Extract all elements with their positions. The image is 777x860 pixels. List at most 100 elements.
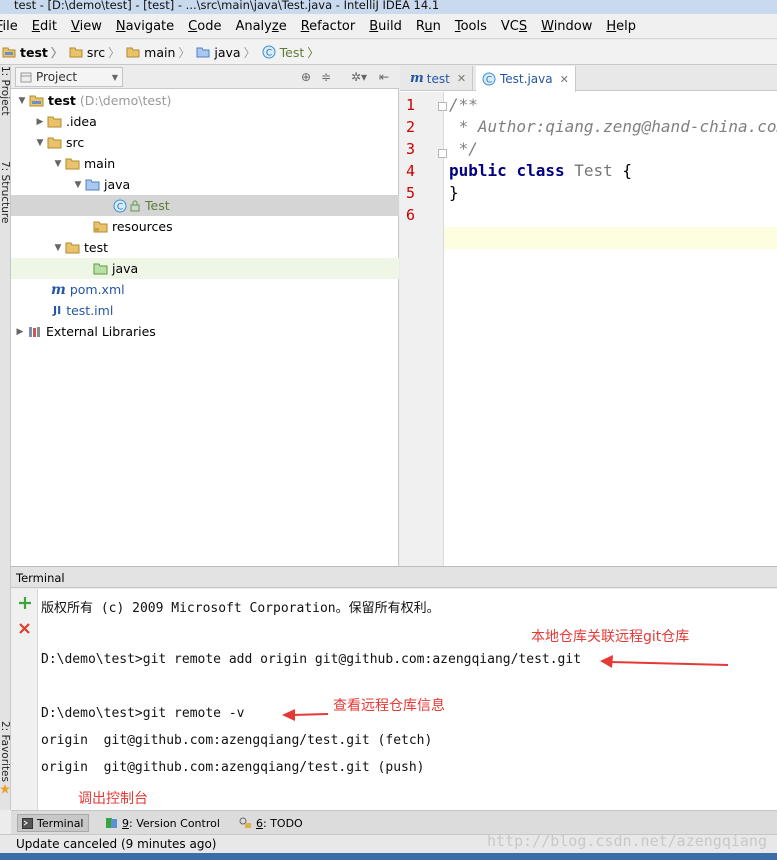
left-tool-strip: 1: Project 7: Structure 2: Favorites [0,66,11,810]
expanded-arrow-icon: ▼ [74,179,82,190]
java-class-icon: C [482,72,496,86]
close-icon[interactable]: ✕ [457,72,466,85]
project-panel-header: Project ▼ ⊕ ≑ ✲▾ ⇤ [11,66,399,89]
line-number: 1 [406,96,416,114]
expanded-arrow-icon: ▼ [54,242,62,253]
menu-bar: File Edit View Navigate Code Analyze Refactor B… [0,14,777,39]
terminal-toolbar [11,589,38,810]
folder-icon [65,158,80,170]
menu-navigate[interactable]: Navigate [116,19,174,34]
menu-run[interactable]: Run [416,19,441,34]
tree-item-pom[interactable]: m pom.xml [11,279,399,300]
code-line-2[interactable]: * Author:qiang.zeng@hand-china.com [449,117,777,136]
close-session-icon[interactable] [18,622,31,635]
tree-item-main[interactable]: ▼ main [11,153,399,174]
code-line-5[interactable]: } [449,183,459,202]
menu-refactor[interactable]: Refactor [301,19,356,34]
os-taskbar [0,853,777,860]
maven-icon: m [51,281,66,298]
version-control-tool-button[interactable]: 9: Version Control [101,814,224,832]
breadcrumb-test[interactable]: test 〉 [2,44,63,61]
tab-test[interactable]: m test ✕ [404,66,474,91]
hide-panel-icon[interactable]: ⇤ [379,70,389,84]
terminal-line: 版权所有 (c) 2009 Microsoft Corporation。保留所有… [41,601,440,616]
project-view-selector[interactable]: Project ▼ [15,67,123,87]
gear-icon[interactable]: ✲▾ [351,70,367,84]
menu-view[interactable]: View [71,19,102,34]
source-folder-icon [85,179,100,191]
tree-item-test-folder[interactable]: ▼ test [11,237,399,258]
fold-marker-icon[interactable] [438,102,447,111]
terminal-tool-button[interactable]: Terminal [17,814,89,832]
line-number: 2 [406,118,416,136]
line-number: 6 [406,206,416,224]
tree-item-java-main[interactable]: ▼ java [11,174,399,195]
tree-item-src[interactable]: ▼ src [11,132,399,153]
tree-item-idea[interactable]: ▶ .idea [11,111,399,132]
java-class-icon: C [262,45,276,59]
menu-file[interactable]: File [0,19,18,34]
breadcrumb-src[interactable]: src 〉 [69,44,120,61]
tree-item-test-root[interactable]: ▼ test (D:\demo\test) [11,90,399,111]
folder-icon [69,47,83,58]
tree-item-resources[interactable]: resources [11,216,399,237]
line-number: 3 [406,140,416,158]
folder-icon [126,47,140,58]
expanded-arrow-icon: ▼ [36,137,44,148]
menu-vcs[interactable]: VCS [501,19,527,34]
close-icon[interactable]: ✕ [560,73,569,86]
maven-icon: m [410,71,424,86]
terminal-header: Terminal [11,566,777,588]
menu-window[interactable]: Window [541,19,592,34]
version-control-icon [106,818,117,828]
menu-code[interactable]: Code [188,19,221,34]
fold-marker-icon[interactable] [438,149,447,158]
tree-item-test-class[interactable]: C Test [11,195,399,216]
menu-tools[interactable]: Tools [455,19,487,34]
new-session-icon[interactable] [18,596,32,610]
breadcrumb-Test[interactable]: C Test 〉 [262,44,319,61]
star-icon [0,784,10,794]
menu-analyze[interactable]: Analyze [235,19,286,34]
code-line-4[interactable]: public class Test { [449,161,632,180]
tree-item-iml[interactable]: JI test.iml [11,300,399,321]
status-message: Update canceled (9 minutes ago) [16,837,217,851]
tab-test-java[interactable]: C Test.java ✕ [476,66,576,92]
breadcrumb: test 〉 src 〉 main 〉 java 〉 C Test 〉 [0,40,777,65]
menu-build[interactable]: Build [369,19,402,34]
favorites-tool-button[interactable]: 2: Favorites [0,721,11,782]
project-tool-button[interactable]: 1: Project [0,66,11,115]
todo-icon [239,817,251,828]
structure-tool-button[interactable]: 7: Structure [0,161,11,223]
editor-panel: m test ✕ C Test.java ✕ 1 2 3 4 5 6 /** *… [400,66,777,566]
window-title: test - [D:\demo\test] - [test] - ...\src… [14,0,440,12]
project-view-icon [20,72,32,82]
annotation-remote-add: 本地仓库关联远程git仓库 [531,629,690,645]
terminal-line: D:\demo\test>git remote -v [41,706,245,721]
svg-text:C: C [117,202,123,212]
window-title-bar: test - [D:\demo\test] - [test] - ...\src… [0,0,777,14]
code-line-1[interactable]: /** [449,95,478,114]
code-line-3[interactable]: */ [449,139,478,158]
collapse-all-icon[interactable]: ≑ [321,70,331,84]
chevron-down-icon: ▼ [111,72,118,82]
terminal-line: origin git@github.com:azengqiang/test.gi… [41,760,425,775]
project-panel: Project ▼ ⊕ ≑ ✲▾ ⇤ ▼ test (D:\demo\test) … [11,66,399,566]
editor-gutter: 1 2 3 4 5 6 [400,92,447,566]
breadcrumb-main[interactable]: main 〉 [126,44,190,61]
todo-tool-button[interactable]: 6: TODO [235,814,307,832]
project-folder-icon [29,95,44,107]
terminal-line: origin git@github.com:azengqiang/test.gi… [41,733,433,748]
terminal-title: Terminal [16,571,65,585]
locate-icon[interactable]: ⊕ [301,70,311,84]
tree-item-java-test[interactable]: java [11,258,399,279]
tree-item-external-libraries[interactable]: ▶ External Libraries [11,321,399,342]
breadcrumb-java[interactable]: java 〉 [196,44,256,61]
menu-help[interactable]: Help [606,19,636,34]
terminal-panel: 版权所有 (c) 2009 Microsoft Corporation。保留所有… [11,589,777,810]
resources-folder-icon [93,221,108,233]
annotation-terminal-button: 调出控制台 [78,791,148,807]
java-class-icon: C [113,199,127,212]
svg-text:C: C [265,49,271,59]
menu-edit[interactable]: Edit [32,19,57,34]
